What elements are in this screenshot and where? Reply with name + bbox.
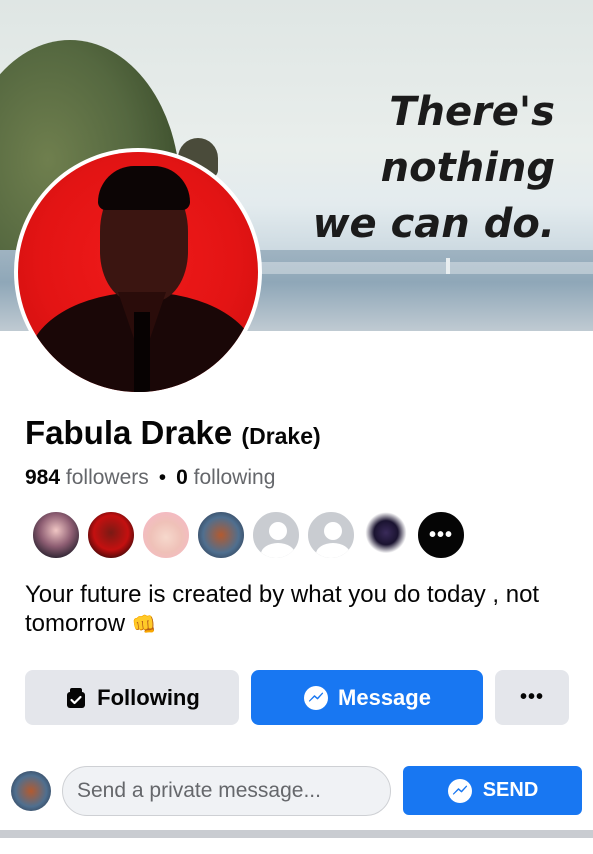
avatar-tie <box>134 312 150 392</box>
profile-name: Fabula Drake (Drake) <box>25 414 321 452</box>
cover-ship-mast <box>446 258 450 274</box>
message-button[interactable]: Message <box>251 670 483 725</box>
profile-avatar[interactable] <box>14 148 262 396</box>
section-divider <box>0 830 593 838</box>
cover-caption-line-1: There's <box>389 89 555 135</box>
message-button-label: Message <box>338 684 431 710</box>
followers-link[interactable]: 984 followers <box>25 466 149 489</box>
following-link[interactable]: 0 following <box>176 466 275 489</box>
stats-separator: • <box>158 466 167 489</box>
followers-count: 984 <box>25 466 61 489</box>
avatar-hair <box>98 166 190 210</box>
follower-avatar-default[interactable] <box>251 510 301 560</box>
messenger-icon <box>447 778 473 804</box>
followers-avatars: ••• <box>31 510 466 560</box>
cover-caption-line-3: we can do. <box>312 201 555 247</box>
cover-caption: There's nothing we can do. <box>295 84 555 252</box>
following-button-label: Following <box>97 684 200 710</box>
more-dots-icon: ••• <box>428 523 453 546</box>
profile-name-text: Fabula Drake <box>25 414 233 451</box>
following-count: 0 <box>176 466 188 489</box>
more-dots-icon: ••• <box>519 686 544 708</box>
following-label: following <box>193 466 276 489</box>
private-message-input[interactable] <box>62 766 391 816</box>
profile-stats: 984 followers • 0 following <box>25 466 275 490</box>
messenger-icon <box>303 685 329 711</box>
current-user-avatar <box>11 771 51 811</box>
more-followers-button[interactable]: ••• <box>416 510 466 560</box>
follower-avatar[interactable] <box>196 510 246 560</box>
fist-emoji-icon: 👊 <box>131 614 157 636</box>
profile-alternate-name: (Drake) <box>241 423 321 449</box>
followers-label: followers <box>65 466 149 489</box>
default-avatar-shoulders <box>261 543 295 558</box>
profile-bio: Your future is created by what you do to… <box>25 580 565 640</box>
send-button-label: SEND <box>482 779 539 801</box>
send-button[interactable]: SEND <box>403 766 582 815</box>
follower-avatar[interactable] <box>31 510 81 560</box>
following-check-icon <box>64 686 88 710</box>
follower-avatar[interactable] <box>86 510 136 560</box>
default-avatar-head <box>324 522 342 540</box>
default-avatar-head <box>269 522 287 540</box>
following-button[interactable]: Following <box>25 670 239 725</box>
bio-text: Your future is created by what you do to… <box>25 581 540 637</box>
follower-avatar-default[interactable] <box>306 510 356 560</box>
follower-avatar[interactable] <box>361 510 411 560</box>
more-options-button[interactable]: ••• <box>495 670 569 725</box>
default-avatar-shoulders <box>316 543 350 558</box>
profile-avatar-image <box>18 152 258 392</box>
cover-caption-line-2: nothing <box>380 145 555 191</box>
follower-avatar[interactable] <box>141 510 191 560</box>
